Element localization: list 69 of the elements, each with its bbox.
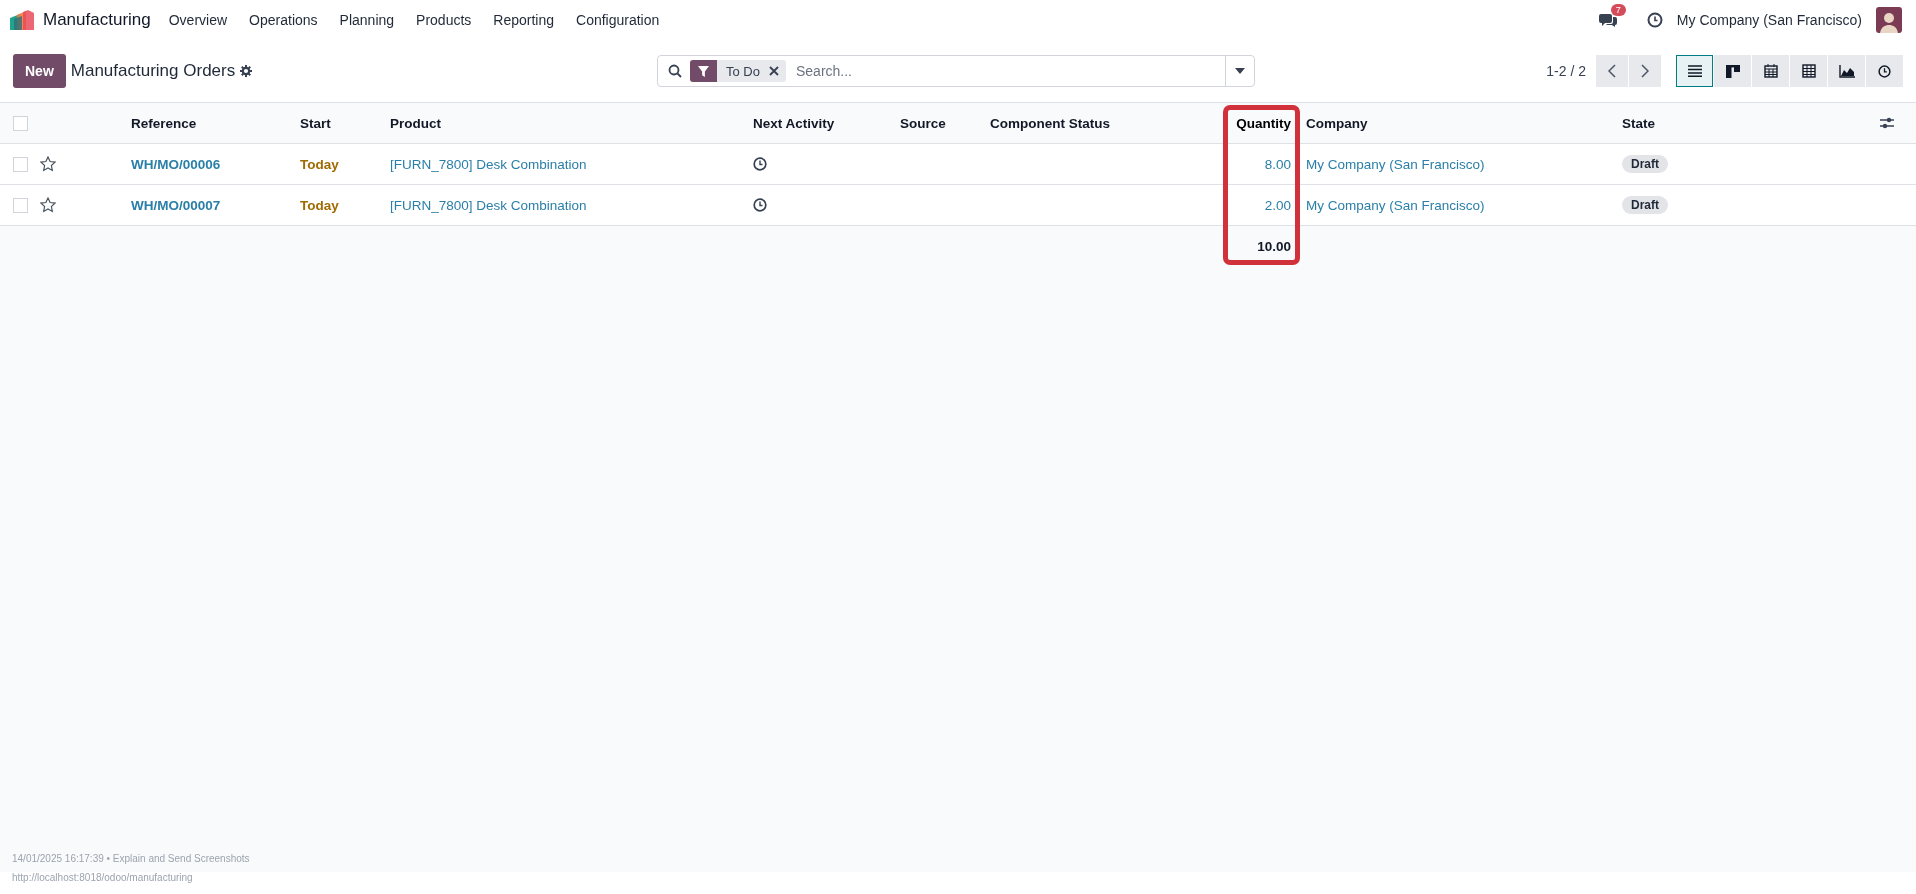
chat-icon[interactable] [1598, 12, 1617, 28]
status-badge: Draft [1622, 155, 1668, 173]
status-badge: Draft [1622, 196, 1668, 214]
table-cell[interactable]: [FURN_7800] Desk Combination [390, 197, 587, 213]
app-logo-icon[interactable] [10, 10, 34, 30]
facet-label: To Do [725, 63, 761, 79]
new-button[interactable]: New [13, 54, 66, 88]
menu-item[interactable]: Reporting [493, 12, 555, 28]
view-switch-button[interactable] [1714, 55, 1751, 87]
clock-icon [1878, 64, 1891, 78]
table-cell[interactable]: WH/MO/00007 [131, 197, 221, 213]
column-header[interactable]: Component Status [990, 115, 1110, 131]
page-title: Manufacturing Orders [70, 61, 236, 81]
kanban-view-icon [1725, 64, 1740, 78]
select-all-checkbox[interactable] [12, 115, 28, 131]
table-cell[interactable]: WH/MO/00006 [131, 156, 221, 172]
table-cell[interactable]: My Company (San Francisco) [1306, 156, 1485, 172]
star-icon[interactable] [40, 156, 56, 172]
search-bar[interactable]: To Do Search... [657, 55, 1255, 87]
table-cell[interactable]: My Company (San Francisco) [1306, 197, 1485, 213]
clock-icon[interactable] [753, 157, 767, 171]
view-switch-button[interactable] [1866, 55, 1903, 87]
caret-icon [1235, 68, 1245, 74]
company-switcher[interactable]: My Company (San Francisco) [1676, 12, 1862, 28]
column-header[interactable]: Source [900, 115, 946, 131]
column-header[interactable]: Company [1306, 115, 1368, 131]
settings-icon[interactable] [240, 65, 253, 77]
total-cell: 10.00 [1257, 238, 1291, 254]
view-switch-button[interactable] [1752, 55, 1789, 87]
table-cell: Today [300, 156, 339, 172]
menu-item[interactable]: Operations [249, 12, 318, 28]
column-options-icon[interactable] [1880, 117, 1894, 129]
close-icon[interactable] [768, 66, 779, 76]
table-view-icon [1801, 64, 1816, 78]
menu-item[interactable]: Overview [168, 12, 228, 28]
row-checkbox[interactable] [12, 197, 28, 213]
chevron-right-icon [1641, 64, 1649, 78]
column-header[interactable]: Start [300, 115, 331, 131]
column-header[interactable]: State [1622, 115, 1655, 131]
screenshot-caption: 14/01/2025 16:17:39 • Explain and Send Screenshots [12, 853, 250, 864]
user-avatar-icon[interactable] [1876, 7, 1902, 33]
column-header[interactable]: Next Activity [753, 115, 835, 131]
area-chart-icon [1838, 64, 1855, 78]
column-header[interactable]: Product [390, 115, 441, 131]
row-checkbox[interactable] [12, 156, 28, 172]
column-header[interactable]: Quantity [1236, 115, 1291, 131]
filter-icon [698, 65, 709, 77]
message-count-badge: 7 [1610, 4, 1626, 16]
app-name[interactable]: Manufacturing [43, 10, 151, 30]
column-header[interactable]: Reference [131, 115, 197, 131]
calendar-view-icon [1763, 64, 1778, 78]
table-cell: Today [300, 197, 339, 213]
menu-item[interactable]: Planning [339, 12, 395, 28]
view-switch-button[interactable] [1828, 55, 1865, 87]
menu-item[interactable]: Products [416, 12, 472, 28]
table-cell: 8.00 [1264, 156, 1291, 172]
view-switch-button[interactable] [1790, 55, 1827, 87]
pager-value[interactable]: 1-2 / 2 [1546, 63, 1586, 79]
clock-icon[interactable] [753, 198, 767, 212]
view-switch-button[interactable] [1676, 55, 1713, 87]
table-cell[interactable]: [FURN_7800] Desk Combination [390, 156, 587, 172]
table-cell: 2.00 [1264, 197, 1291, 213]
chevron-left-icon [1608, 64, 1616, 78]
search-icon [668, 64, 682, 78]
page-url: http://localhost:8018/odoo/manufacturing [12, 872, 193, 883]
list-view-icon [1687, 65, 1702, 77]
star-icon[interactable] [40, 197, 56, 213]
menu-item[interactable]: Configuration [576, 12, 660, 28]
clock-icon[interactable] [1646, 12, 1663, 28]
